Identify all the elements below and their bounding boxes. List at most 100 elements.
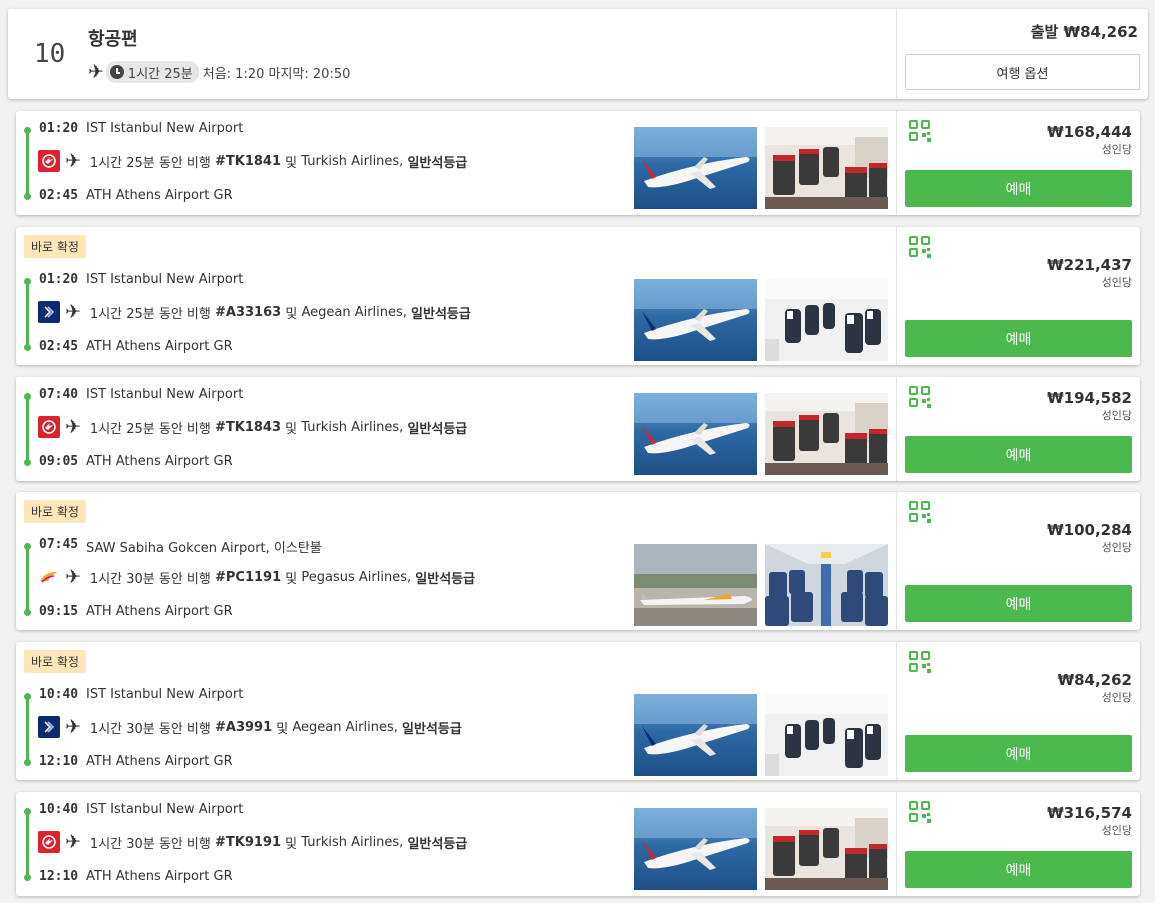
flight-number: #A3991 [215,719,273,735]
book-button[interactable]: 예매 [905,170,1132,207]
arrival-dot [24,874,31,881]
departure-time: 01:20 [39,121,79,136]
divider [896,227,897,365]
departure-dot [24,278,31,285]
aircraft-photo[interactable] [634,127,757,209]
header-meta: ✈ 1시간 25분 처음: 1:20 마지막: 20:50 [88,60,350,84]
departure-airport: SAW Sabiha Gokcen Airport, 이스탄불 [86,541,322,556]
cabin-photo[interactable] [765,544,888,626]
flight-duration: 1시간 25분 동안 비행 [89,421,211,437]
flight-card[interactable]: 01:20 IST Istanbul New Airport ✈ 1시간 25분 동안… [16,111,1140,215]
plane-icon: ✈ [65,300,81,323]
conjunction: 및 [276,721,289,737]
arrival-dot [24,193,31,200]
flight-number: #TK1841 [215,153,282,169]
arrival-airport: ATH Athens Airport GR [86,869,233,884]
book-button[interactable]: 예매 [905,585,1132,622]
conjunction: 및 [285,836,298,852]
flight-card[interactable]: 바로 확정 07:45 SAW Sabiha Gokcen Airport, 이스탄… [16,492,1140,630]
departure-price: 출발 ₩84,262 [1030,23,1138,41]
cabin-photo[interactable] [765,694,888,776]
turkish-airlines-logo [38,150,60,172]
route-timeline [26,811,29,877]
flight-card[interactable]: 바로 확정 10:40 IST Istanbul New Airport ✈ 1시간 3… [16,642,1140,780]
flight-segment: ✈ 1시간 25분 동안 비행 #TK1841 및 Turkish Airline… [38,150,467,172]
trip-options-button[interactable]: 여행 옵션 [905,54,1140,90]
flight-card[interactable]: 10:40 IST Istanbul New Airport ✈ 1시간 30분 동안… [16,792,1140,896]
plane-icon: ✈ [88,60,104,83]
price: ₩84,262 [1057,671,1132,689]
aircraft-photo[interactable] [634,544,757,626]
cabin-photo[interactable] [765,127,888,209]
per-adult-label: 성인당 [1101,691,1132,704]
flight-segment: ✈ 1시간 30분 동안 비행 #TK9191 및 Turkish Airline… [38,831,467,853]
qr-code-icon[interactable] [909,801,931,823]
arrival-dot [24,459,31,466]
flight-segment: ✈ 1시간 30분 동안 비행 #PC1191 및 Pegasus Airline… [38,566,475,588]
airline-name: Turkish Airlines, [301,834,404,850]
divider [896,111,897,215]
airline-name: Aegean Airlines, [292,719,398,735]
flight-card[interactable]: 바로 확정 01:20 IST Istanbul New Airport ✈ 1시간 2… [16,227,1140,365]
book-button[interactable]: 예매 [905,436,1132,473]
instant-confirm-badge: 바로 확정 [24,235,86,258]
airline-name: Turkish Airlines, [301,153,404,169]
departure-airport: IST Istanbul New Airport [86,387,244,402]
price: ₩316,574 [1047,804,1132,822]
book-button[interactable]: 예매 [905,735,1132,772]
flight-number: #TK9191 [215,834,282,850]
pegasus-airlines-logo [38,566,60,588]
departure-airport: IST Istanbul New Airport [86,272,244,287]
aircraft-photo[interactable] [634,694,757,776]
aircraft-photo[interactable] [634,393,757,475]
qr-code-icon[interactable] [909,651,931,673]
arrival-time: 02:45 [39,188,79,203]
divider [896,9,897,99]
arrival-airport: ATH Athens Airport GR [86,339,233,354]
arrival-dot [24,609,31,616]
price: ₩100,284 [1047,521,1132,539]
divider [896,492,897,630]
duration-text: 1시간 25분 [127,66,193,82]
departure-time: 07:40 [39,387,79,402]
aircraft-photo[interactable] [634,279,757,361]
arrival-time: 09:05 [39,454,79,469]
departure-dot [24,808,31,815]
arrival-time: 12:10 [39,754,79,769]
divider [896,377,897,481]
cabin-photo[interactable] [765,808,888,890]
arrival-airport: ATH Athens Airport GR [86,188,233,203]
arrival-airport: ATH Athens Airport GR [86,604,233,619]
route-timeline [26,546,29,612]
per-adult-label: 성인당 [1101,824,1132,837]
conjunction: 및 [285,155,298,171]
cabin-photo[interactable] [765,279,888,361]
per-adult-label: 성인당 [1101,143,1132,156]
results-header: 10 항공편 ✈ 1시간 25분 처음: 1:20 마지막: 20:50 출발 … [8,9,1148,99]
qr-code-icon[interactable] [909,236,931,258]
page-title: 항공편 [88,29,138,50]
book-button[interactable]: 예매 [905,320,1132,357]
turkish-airlines-logo [38,831,60,853]
flight-segment: ✈ 1시간 25분 동안 비행 #TK1843 및 Turkish Airline… [38,416,467,438]
conjunction: 및 [285,421,298,437]
cabin-class: 일반석등급 [415,571,476,587]
departure-airport: IST Istanbul New Airport [86,121,244,136]
flight-card[interactable]: 07:40 IST Istanbul New Airport ✈ 1시간 25분 동안… [16,377,1140,481]
route-timeline [26,696,29,762]
price: ₩168,444 [1047,123,1132,141]
airline-name: Pegasus Airlines, [301,569,412,585]
plane-icon: ✈ [65,565,81,588]
cabin-photo[interactable] [765,393,888,475]
departure-dot [24,543,31,550]
aircraft-photo[interactable] [634,808,757,890]
qr-code-icon[interactable] [909,501,931,523]
book-button[interactable]: 예매 [905,851,1132,888]
qr-code-icon[interactable] [909,386,931,408]
divider [896,792,897,896]
departure-dot [24,127,31,134]
qr-code-icon[interactable] [909,120,931,142]
arrival-time: 02:45 [39,339,79,354]
per-adult-label: 성인당 [1101,541,1132,554]
cabin-class: 일반석등급 [411,306,471,322]
